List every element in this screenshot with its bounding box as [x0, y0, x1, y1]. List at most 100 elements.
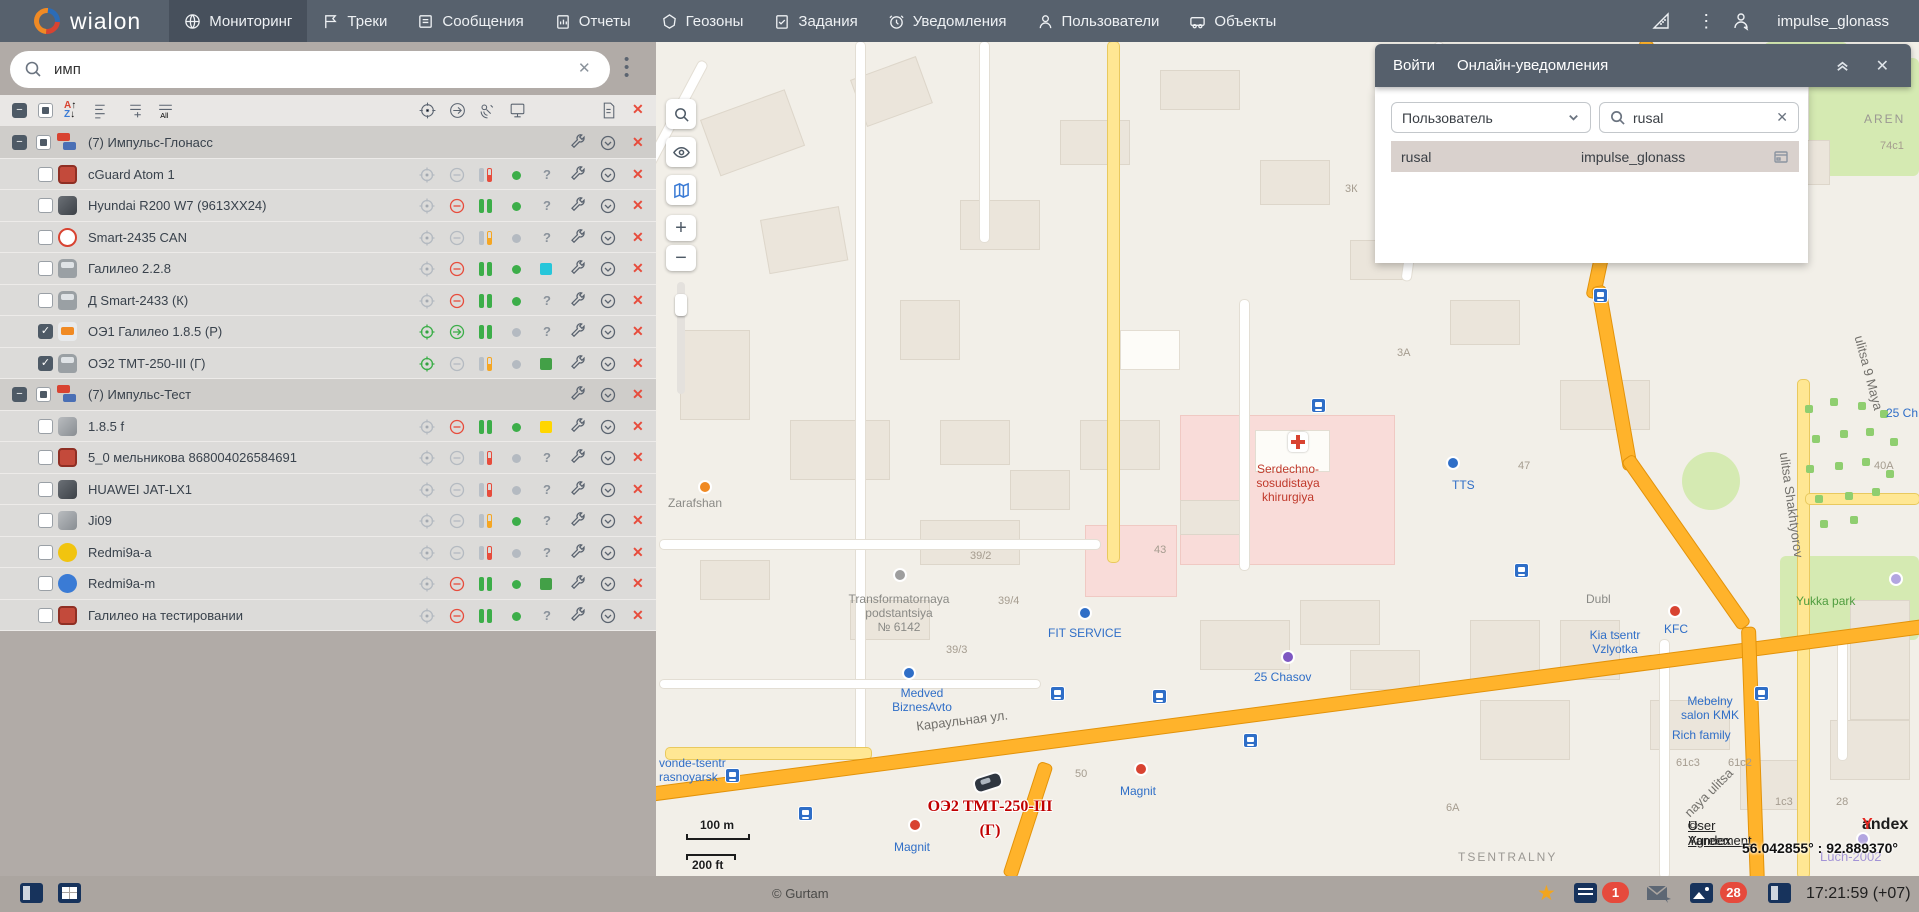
wrench-icon[interactable]: [569, 229, 587, 247]
follow-unit[interactable]: [599, 418, 617, 436]
unit-checkbox[interactable]: [38, 419, 53, 434]
unit-row[interactable]: Галилео на тестировании?✕: [0, 600, 656, 632]
tts-marker[interactable]: [1446, 456, 1460, 470]
follow-unit-icon[interactable]: [599, 134, 617, 152]
wrench-icon[interactable]: [569, 418, 587, 436]
unit-properties[interactable]: [569, 134, 587, 152]
wrench-icon[interactable]: [569, 544, 587, 562]
unit-checkbox[interactable]: ✓: [38, 324, 53, 339]
poi-lavender[interactable]: [1889, 572, 1903, 586]
report-page-icon[interactable]: [599, 101, 618, 120]
locate-unit[interactable]: [418, 166, 436, 184]
wrench-icon[interactable]: [569, 292, 587, 310]
unit-checkbox[interactable]: [38, 450, 53, 465]
locate-unit[interactable]: [418, 260, 436, 278]
follow-unit-icon[interactable]: [599, 386, 617, 404]
fit-service-marker[interactable]: [1078, 606, 1092, 620]
remove-from-list-icon[interactable]: ✕: [632, 575, 644, 592]
follow-unit-icon[interactable]: [599, 449, 617, 467]
follow-unit[interactable]: [599, 544, 617, 562]
unit-properties[interactable]: [569, 166, 587, 184]
remove-from-list-icon[interactable]: ✕: [632, 134, 644, 151]
media-icon[interactable]: [1690, 883, 1713, 903]
tab-tasks[interactable]: Задания: [758, 0, 872, 42]
locate-unit[interactable]: [418, 292, 436, 310]
follow-unit-icon[interactable]: [599, 481, 617, 499]
follow-arrow-icon[interactable]: [448, 101, 467, 120]
user-switch-icon[interactable]: [1731, 11, 1751, 31]
remove-from-list-icon[interactable]: ✕: [632, 607, 644, 624]
locate-all-icon[interactable]: [418, 101, 437, 120]
tab-geofence[interactable]: Геозоны: [646, 0, 759, 42]
unit-properties[interactable]: [569, 544, 587, 562]
unit-properties[interactable]: [569, 292, 587, 310]
more-menu-icon[interactable]: ⋮: [1697, 18, 1705, 24]
locate-unit[interactable]: [418, 229, 436, 247]
unit-row[interactable]: Ji09?✕: [0, 505, 656, 537]
map-search-button[interactable]: [666, 99, 696, 129]
locate-unit-icon[interactable]: [418, 197, 436, 215]
unit-row[interactable]: Redmi9a-m✕: [0, 568, 656, 600]
remove-from-list-icon[interactable]: ✕: [632, 166, 644, 183]
monitor-panel-icon[interactable]: [1768, 883, 1791, 903]
follow-unit[interactable]: [599, 449, 617, 467]
wrench-icon[interactable]: [569, 481, 587, 499]
locate-unit[interactable]: [418, 197, 436, 215]
zoom-out-button[interactable]: −: [666, 245, 696, 271]
bus-stop-icon[interactable]: [1050, 686, 1065, 701]
unit-row[interactable]: ✓ОЭ1 Галилео 1.8.5 (Р)?✕: [0, 316, 656, 348]
unit-row[interactable]: HUAWEI JAT-LX1?✕: [0, 474, 656, 506]
tab-units[interactable]: Объекты: [1174, 0, 1291, 42]
remove-from-list-icon[interactable]: ✕: [632, 449, 644, 466]
locate-unit[interactable]: [418, 355, 436, 373]
visibility-all-checkbox[interactable]: [38, 103, 53, 118]
collapse-icon[interactable]: [1835, 58, 1850, 73]
follow-unit[interactable]: [599, 229, 617, 247]
current-user-label[interactable]: impulse_glonass: [1777, 13, 1889, 30]
remove-from-list-icon[interactable]: ✕: [632, 323, 644, 340]
locate-unit-icon[interactable]: [418, 292, 436, 310]
tab-notifications[interactable]: Уведомления: [873, 0, 1022, 42]
locate-unit[interactable]: [418, 607, 436, 625]
list-view-icon[interactable]: [92, 101, 111, 120]
follow-unit[interactable]: [599, 323, 617, 341]
remove-from-list-icon[interactable]: ✕: [632, 260, 644, 277]
monitor-screen-icon[interactable]: [508, 101, 527, 120]
unit-checkbox[interactable]: [38, 608, 53, 623]
unit-checkbox[interactable]: [38, 230, 53, 245]
follow-unit[interactable]: [599, 166, 617, 184]
wrench-icon[interactable]: [569, 134, 587, 152]
unit-properties[interactable]: [569, 481, 587, 499]
follow-unit-icon[interactable]: [599, 355, 617, 373]
unit-row[interactable]: ✓ОЭ2 ТМТ-250-III (Г)✕: [0, 348, 656, 380]
locate-unit-icon[interactable]: [418, 512, 436, 530]
toggle-left-panel-icon[interactable]: [20, 883, 43, 903]
bus-stop-icon[interactable]: [1754, 686, 1769, 701]
bus-stop-icon[interactable]: [1593, 288, 1608, 303]
group-visibility-checkbox[interactable]: [36, 387, 51, 402]
locate-unit-icon[interactable]: [418, 607, 436, 625]
unit-checkbox[interactable]: [38, 293, 53, 308]
remove-from-list-icon[interactable]: ✕: [632, 418, 644, 435]
follow-unit-icon[interactable]: [599, 166, 617, 184]
follow-unit-icon[interactable]: [599, 229, 617, 247]
zoom-in-button[interactable]: +: [666, 215, 696, 241]
unit-row[interactable]: 1.8.5 f✕: [0, 411, 656, 443]
unit-row[interactable]: 5_0 мельникова 868004026584691?✕: [0, 442, 656, 474]
unit-checkbox[interactable]: [38, 576, 53, 591]
remove-from-list-icon[interactable]: ✕: [632, 481, 644, 498]
kfc-marker[interactable]: [1668, 604, 1682, 618]
locate-unit-icon[interactable]: [418, 355, 436, 373]
tab-users[interactable]: Пользователи: [1022, 0, 1175, 42]
follow-unit-icon[interactable]: [599, 197, 617, 215]
follow-unit-icon[interactable]: [599, 292, 617, 310]
unit-properties[interactable]: [569, 449, 587, 467]
locate-unit-icon[interactable]: [418, 166, 436, 184]
unit-row[interactable]: Hyundai R200 W7 (9613ХХ24)?✕: [0, 190, 656, 222]
close-icon[interactable]: ✕: [1876, 56, 1889, 76]
follow-unit[interactable]: [599, 386, 617, 404]
remove-from-list-icon[interactable]: ✕: [632, 197, 644, 214]
tab-flag[interactable]: Треки: [307, 0, 402, 42]
notification-result-row[interactable]: rusal impulse_glonass: [1391, 141, 1799, 172]
magnit-marker[interactable]: [1134, 762, 1148, 776]
